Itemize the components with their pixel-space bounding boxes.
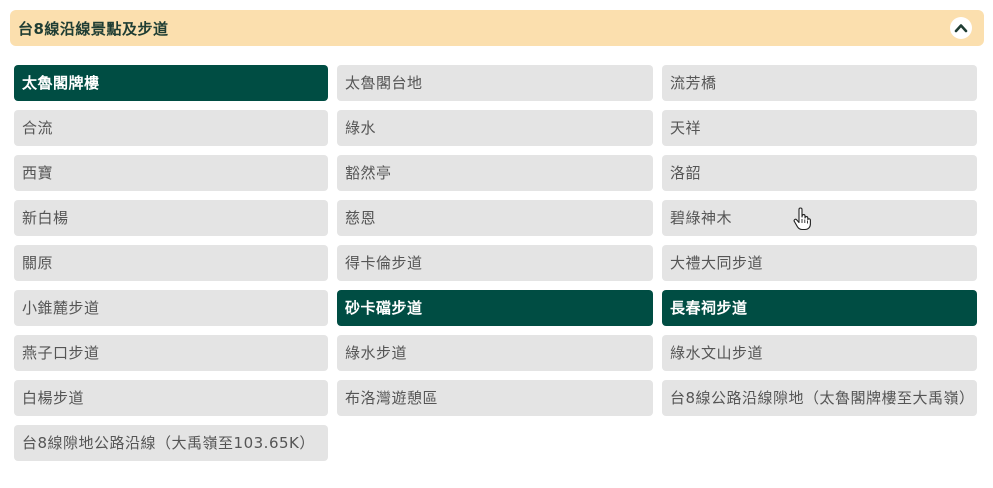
spot-tile[interactable]: 豁然亭	[337, 155, 653, 191]
spot-tile[interactable]: 碧綠神木	[662, 200, 977, 236]
spot-tile-active[interactable]: 太魯閣牌樓	[14, 65, 328, 101]
spot-tile[interactable]: 天祥	[662, 110, 977, 146]
spot-tile[interactable]: 綠水步道	[337, 335, 653, 371]
section-header[interactable]: 台8線沿線景點及步道	[10, 10, 984, 46]
spot-tile[interactable]: 流芳橋	[662, 65, 977, 101]
spot-tile[interactable]: 白楊步道	[14, 380, 328, 416]
spot-tile-active[interactable]: 長春祠步道	[662, 290, 977, 326]
spot-tile[interactable]: 燕子口步道	[14, 335, 328, 371]
spot-tile[interactable]: 洛韶	[662, 155, 977, 191]
spot-tile[interactable]: 綠水	[337, 110, 653, 146]
spot-tile[interactable]: 台8線公路沿線隙地（太魯閣牌樓至大禹嶺）	[662, 380, 977, 416]
chevron-up-icon	[954, 24, 968, 33]
spot-tile[interactable]: 合流	[14, 110, 328, 146]
spot-tile[interactable]: 慈恩	[337, 200, 653, 236]
spot-tile[interactable]: 太魯閣台地	[337, 65, 653, 101]
spot-tile[interactable]: 得卡倫步道	[337, 245, 653, 281]
collapse-button[interactable]	[950, 17, 972, 39]
spot-tile[interactable]: 新白楊	[14, 200, 328, 236]
spot-tile[interactable]: 綠水文山步道	[662, 335, 977, 371]
spot-tile[interactable]: 小錐麓步道	[14, 290, 328, 326]
spot-tile-active[interactable]: 砂卡礑步道	[337, 290, 653, 326]
spot-tile[interactable]: 布洛灣遊憩區	[337, 380, 653, 416]
spot-tile[interactable]: 大禮大同步道	[662, 245, 977, 281]
spot-tile[interactable]: 西寶	[14, 155, 328, 191]
spot-tile[interactable]: 關原	[14, 245, 328, 281]
spot-tile[interactable]: 台8線隙地公路沿線（大禹嶺至103.65K）	[14, 425, 328, 461]
section-title: 台8線沿線景點及步道	[18, 19, 169, 38]
spot-grid: 太魯閣牌樓 太魯閣台地 流芳橋 合流 綠水 天祥 西寶 豁然亭 洛韶 新白楊 慈…	[14, 65, 977, 461]
